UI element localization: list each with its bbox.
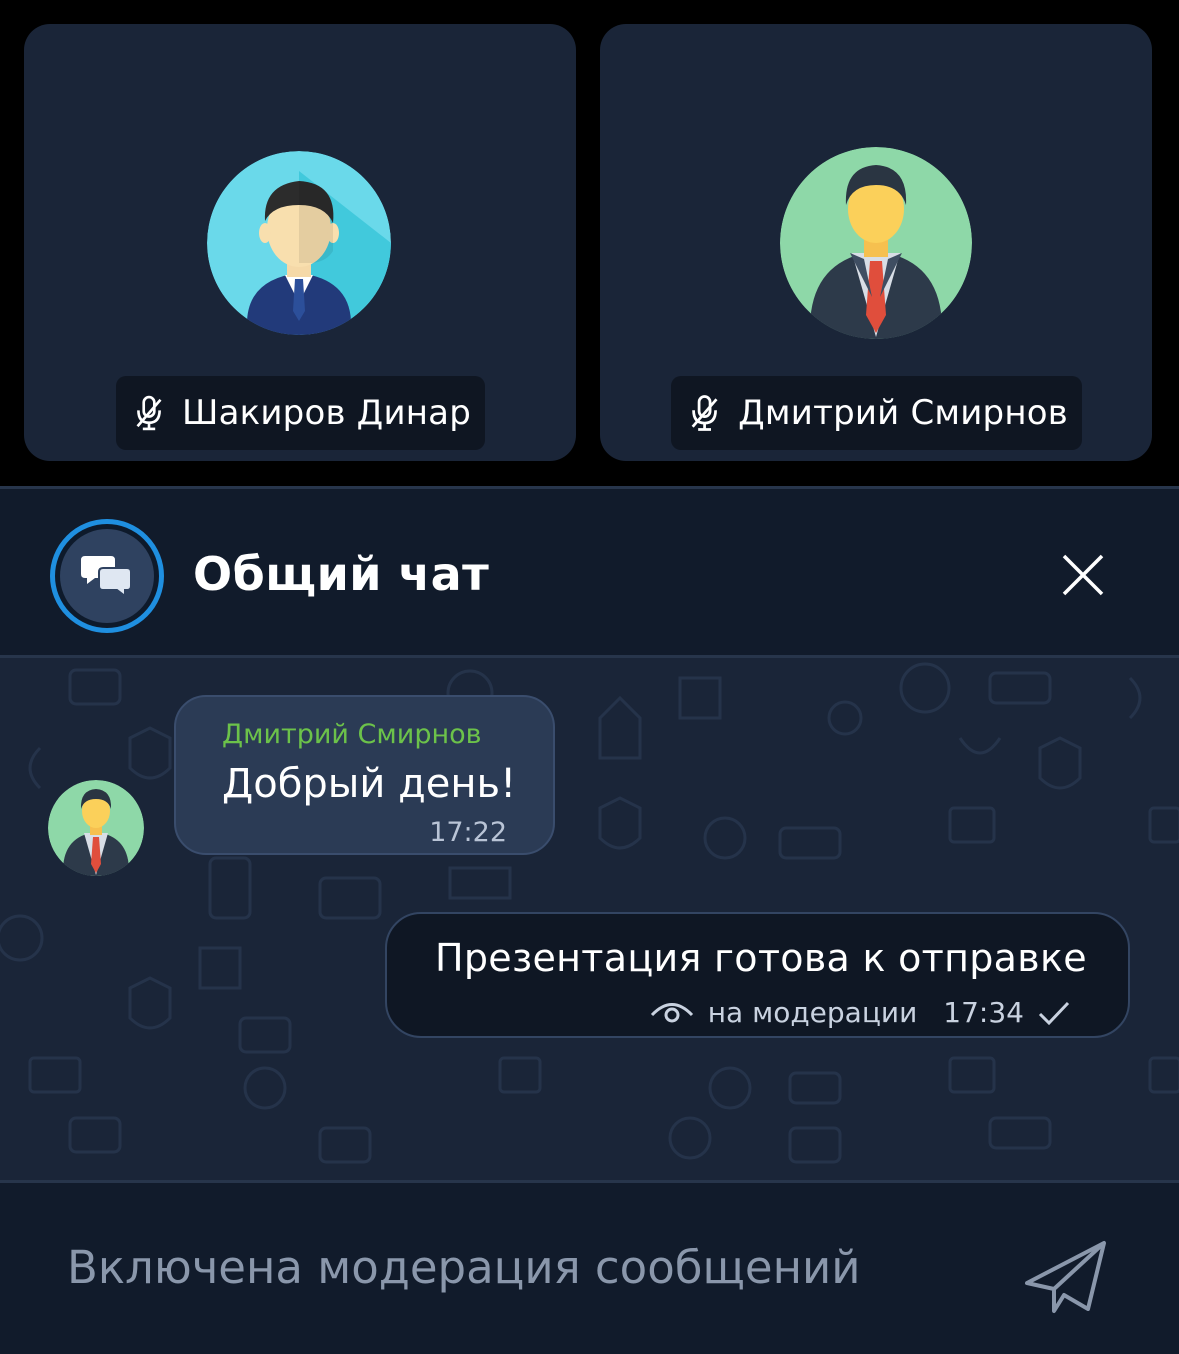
participant-avatar-1 bbox=[207, 151, 391, 335]
send-icon[interactable] bbox=[1024, 1239, 1108, 1315]
participant-avatar-2 bbox=[780, 147, 972, 339]
moderation-status: на модерации bbox=[707, 996, 918, 1029]
chat-title: Общий чат bbox=[193, 547, 490, 601]
message-input-bar: Включена модерация сообщений bbox=[0, 1180, 1179, 1354]
participant-name: Дмитрий Смирнов bbox=[738, 393, 1068, 433]
participant-tile-1[interactable]: Шакиров Динар bbox=[24, 24, 576, 461]
participant-tile-2[interactable]: Дмитрий Смирнов bbox=[600, 24, 1152, 461]
chat-header: Общий чат bbox=[0, 486, 1179, 658]
participant-name-chip-2: Дмитрий Смирнов bbox=[671, 376, 1082, 450]
messages-area[interactable]: Дмитрий Смирнов Добрый день! 17:22 Презе… bbox=[0, 658, 1179, 1180]
message-sender-avatar[interactable] bbox=[48, 780, 144, 876]
message-text: Добрый день! bbox=[222, 761, 517, 807]
participants-grid: Шакиров Динар Дмитрий Смирнов bbox=[0, 0, 1179, 486]
message-text: Презентация готова к отправке bbox=[435, 936, 1087, 980]
outgoing-message[interactable]: Презентация готова к отправке на модерац… bbox=[385, 912, 1130, 1038]
incoming-message[interactable]: Дмитрий Смирнов Добрый день! 17:22 bbox=[174, 695, 555, 855]
close-icon[interactable] bbox=[1060, 552, 1106, 598]
chat-bubbles-icon bbox=[50, 519, 164, 633]
message-input[interactable]: Включена модерация сообщений bbox=[67, 1241, 860, 1294]
message-meta: на модерации 17:34 bbox=[650, 996, 1070, 1029]
message-time: 17:22 bbox=[429, 817, 507, 848]
mic-muted-icon bbox=[136, 395, 162, 431]
message-time: 17:34 bbox=[943, 996, 1024, 1029]
participant-name: Шакиров Динар bbox=[182, 393, 471, 433]
eye-icon bbox=[650, 1002, 693, 1022]
message-sender-name: Дмитрий Смирнов bbox=[222, 719, 482, 750]
check-icon bbox=[1038, 1001, 1070, 1025]
mic-muted-icon bbox=[691, 395, 718, 431]
participant-name-chip-1: Шакиров Динар bbox=[116, 376, 485, 450]
